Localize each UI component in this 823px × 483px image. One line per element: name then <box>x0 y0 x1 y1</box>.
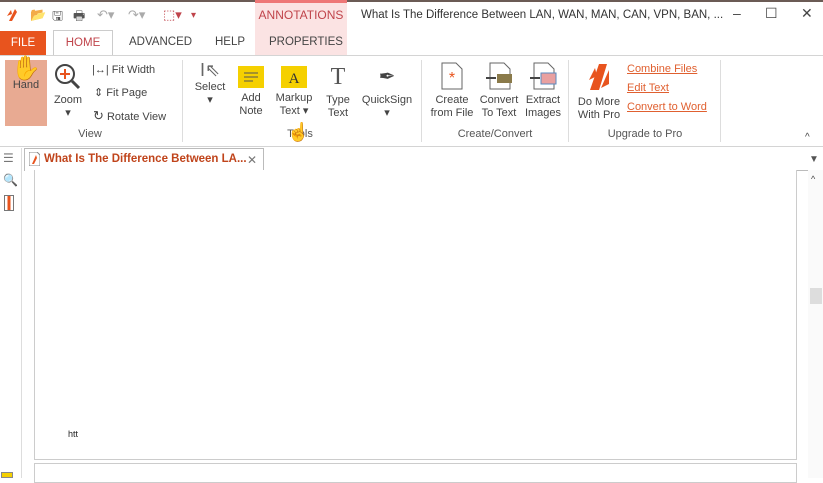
group-label-create-convert: Create/Convert <box>457 128 533 140</box>
zoom-dropdown-icon: ▾ <box>65 107 71 119</box>
customize-toolbar-icon[interactable]: ▾ <box>191 10 196 21</box>
divider <box>720 60 721 142</box>
select-dropdown-icon: ▾ <box>207 94 213 106</box>
window-title: What Is The Difference Between LAN, WAN,… <box>361 9 724 21</box>
extract-images-button[interactable]: Extract Images <box>521 62 565 120</box>
select-tool-icon[interactable]: ⬚▾ <box>163 7 182 23</box>
create-from-file-button[interactable]: * Create from File <box>426 62 478 120</box>
hand-icon: ✋ <box>11 55 41 82</box>
convert-text-icon <box>486 62 512 90</box>
zoom-label: Zoom <box>53 94 83 106</box>
select-cursor-icon: I⇖ <box>199 60 221 80</box>
divider <box>568 60 569 142</box>
tab-advanced[interactable]: ADVANCED <box>129 36 192 48</box>
quicksign-button[interactable]: ✒ QuickSign ▾ <box>359 64 415 120</box>
convert-to-word-link[interactable]: Convert to Word <box>627 101 707 113</box>
add-note-button[interactable]: Add Note <box>234 66 268 118</box>
pro-label-1: Do More <box>577 96 621 108</box>
pro-logo-icon <box>589 64 609 90</box>
extract-label-2: Images <box>524 107 562 119</box>
fit-page-icon: ⇕ <box>94 87 104 99</box>
pen-nib-icon: ✒ <box>378 66 396 88</box>
extract-label-1: Extract <box>525 94 561 106</box>
group-label-upgrade: Upgrade to Pro <box>607 128 683 140</box>
undo-icon[interactable]: ↶▾ <box>97 7 114 23</box>
rotate-view-button[interactable]: ↻ Rotate View <box>93 108 166 124</box>
fit-width-label: Fit Width <box>111 64 156 76</box>
svg-text:*: * <box>449 70 455 87</box>
select-button[interactable]: I⇖ Select ▾ <box>190 60 230 107</box>
type-text-button[interactable]: T Type Text <box>322 64 354 120</box>
markup-text-icon: A <box>281 66 307 88</box>
convert-label-2: To Text <box>481 107 517 119</box>
markup-label-2: Text <box>279 105 300 117</box>
quicksign-label: QuickSign <box>361 94 413 106</box>
divider <box>182 60 183 142</box>
add-note-label-1: Add <box>241 92 261 104</box>
zoom-button[interactable]: Zoom ▾ <box>50 62 86 120</box>
rotate-view-label: Rotate View <box>106 111 167 123</box>
print-icon[interactable]: 🖶 <box>73 7 85 29</box>
tab-file[interactable]: FILE <box>0 31 46 55</box>
pro-label-2: With Pro <box>577 109 621 121</box>
annotations-context-label: ANNOTATIONS <box>258 8 344 22</box>
scrollbar-thumb[interactable] <box>810 288 822 304</box>
tab-properties[interactable]: PROPERTIES <box>269 36 343 48</box>
create-file-icon: * <box>441 62 463 90</box>
redo-icon[interactable]: ↷▾ <box>128 7 145 23</box>
tab-home[interactable]: HOME <box>53 30 113 56</box>
extract-images-icon <box>530 62 557 90</box>
comments-icon[interactable] <box>1 472 13 478</box>
divider <box>421 60 422 142</box>
hand-tool[interactable]: ✋ Hand <box>5 55 47 92</box>
rotate-icon: ↻ <box>93 108 104 123</box>
fit-width-button[interactable]: |↔| Fit Width <box>92 64 155 76</box>
add-note-label-2: Note <box>239 105 263 117</box>
create-label-1: Create <box>435 94 469 106</box>
do-more-with-pro-button[interactable]: Do More With Pro <box>574 62 624 122</box>
combine-files-link[interactable]: Combine Files <box>627 63 697 75</box>
note-icon <box>238 66 264 88</box>
app-logo-icon <box>7 9 17 21</box>
mouse-pointer-hand-icon: ☝ <box>287 122 310 142</box>
pdf-file-icon <box>29 152 40 166</box>
search-document-icon[interactable]: 🔍 <box>3 173 18 187</box>
markup-label-1: Markup <box>275 92 313 104</box>
svg-text:A: A <box>289 71 300 87</box>
create-label-2: from File <box>430 107 474 119</box>
pdf-page-next <box>34 463 797 483</box>
hand-label: Hand <box>12 79 40 91</box>
quicksign-dropdown-icon: ▾ <box>384 107 390 119</box>
pdf-page <box>34 170 797 460</box>
scroll-up-icon[interactable]: ^ <box>811 174 815 184</box>
vertical-scrollbar[interactable] <box>808 170 823 478</box>
convert-to-text-button[interactable]: Convert To Text <box>477 62 521 120</box>
bookmarks-icon[interactable] <box>4 195 14 211</box>
type-text-icon: T <box>330 64 346 90</box>
page-text-fragment: htt <box>68 429 79 439</box>
save-icon[interactable]: 🖫 <box>52 7 63 29</box>
document-tab-title: What Is The Difference Between LA... <box>44 153 247 165</box>
open-icon[interactable]: 📂 <box>30 7 46 23</box>
fit-page-button[interactable]: ⇕ Fit Page <box>94 86 147 99</box>
pages-panel-icon[interactable]: ☰ <box>3 151 14 165</box>
edit-text-link[interactable]: Edit Text <box>627 82 669 94</box>
minimize-button[interactable]: – <box>733 5 741 21</box>
type-label-2: Text <box>327 107 349 119</box>
tab-list-dropdown-icon[interactable]: ▼ <box>809 154 819 165</box>
collapse-ribbon-icon[interactable]: ^ <box>805 132 810 143</box>
close-tab-button[interactable]: ✕ <box>247 153 257 167</box>
close-button[interactable]: ✕ <box>801 5 813 22</box>
group-label-view: View <box>78 128 102 140</box>
markup-text-button[interactable]: A Markup Text ▾ <box>272 66 316 118</box>
type-label-1: Type <box>326 94 350 106</box>
tab-help[interactable]: HELP <box>215 36 245 48</box>
convert-label-1: Convert <box>479 94 519 106</box>
select-label: Select <box>194 81 226 93</box>
maximize-button[interactable]: ☐ <box>765 5 778 22</box>
zoom-icon <box>55 64 81 90</box>
fit-width-icon: |↔| <box>92 64 109 76</box>
fit-page-label: Fit Page <box>106 87 148 99</box>
